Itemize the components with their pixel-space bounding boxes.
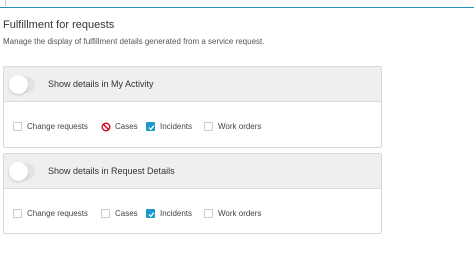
incidents-checkbox[interactable]: [146, 122, 155, 131]
option-cases[interactable]: Cases: [101, 121, 151, 132]
option-incidents[interactable]: Incidents: [146, 208, 206, 219]
toggle-knob: [9, 75, 28, 94]
option-cases[interactable]: Cases: [101, 208, 151, 219]
option-work-orders[interactable]: Work orders: [204, 208, 274, 219]
show-details-my-activity-toggle[interactable]: [9, 75, 35, 94]
fulfillment-options: Change requests Cases Incidents Work ord…: [4, 102, 381, 147]
section-title: Fulfillment for requests: [3, 19, 115, 31]
option-label: Work orders: [218, 122, 262, 131]
tab-divider: [5, 0, 6, 6]
toggle-knob: [9, 162, 28, 181]
request-details-panel: Show details in Request Details Change r…: [3, 153, 382, 234]
option-label: Incidents: [160, 209, 193, 218]
my-activity-panel: Show details in My Activity Change reque…: [3, 66, 382, 148]
option-change-requests[interactable]: Change requests: [13, 121, 103, 132]
cases-checkbox[interactable]: [101, 209, 110, 218]
panel-header: Show details in My Activity: [4, 67, 381, 102]
section-description: Manage the display of fulfillment detail…: [3, 37, 265, 46]
incidents-checkbox[interactable]: [146, 209, 155, 218]
option-incidents[interactable]: Incidents: [146, 121, 206, 132]
panel-header: Show details in Request Details: [4, 154, 381, 189]
panel-label: Show details in My Activity: [48, 79, 154, 89]
option-label: Incidents: [160, 122, 193, 131]
work-orders-checkbox[interactable]: [204, 209, 213, 218]
option-label: Change requests: [27, 209, 88, 218]
option-change-requests[interactable]: Change requests: [13, 208, 103, 219]
change-requests-checkbox[interactable]: [13, 209, 22, 218]
work-orders-checkbox[interactable]: [204, 122, 213, 131]
not-allowed-icon[interactable]: [101, 122, 111, 132]
option-label: Work orders: [218, 209, 262, 218]
option-work-orders[interactable]: Work orders: [204, 121, 274, 132]
checkmark-icon: [148, 212, 155, 218]
checkmark-icon: [148, 125, 155, 131]
show-details-request-details-toggle[interactable]: [9, 162, 35, 181]
option-label: Cases: [115, 122, 138, 131]
option-label: Change requests: [27, 122, 88, 131]
option-label: Cases: [115, 209, 138, 218]
change-requests-checkbox[interactable]: [13, 122, 22, 131]
top-tab-strip: [0, 0, 474, 8]
panel-label: Show details in Request Details: [48, 166, 175, 176]
fulfillment-options: Change requests Cases Incidents Work ord…: [4, 189, 381, 234]
